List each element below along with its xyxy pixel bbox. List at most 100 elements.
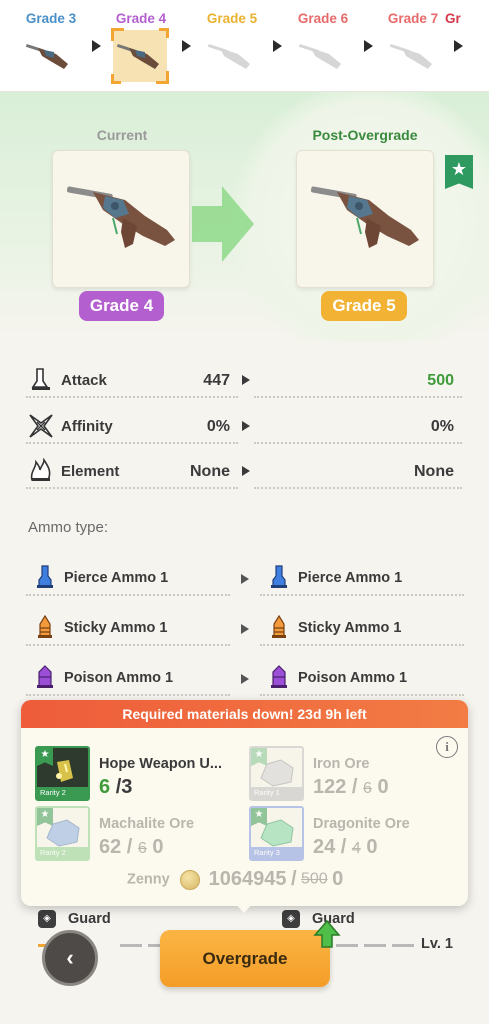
ammo-name: Poison Ammo 1	[298, 670, 408, 686]
element-icon	[30, 458, 51, 481]
material-thumbnail: ★ Rarity 2	[35, 746, 90, 801]
grade-tab-label-5[interactable]: Grade 5	[192, 11, 272, 26]
ammo-arrow-icon	[241, 674, 249, 684]
machalite-ore-icon	[46, 819, 80, 847]
comparison-panel: Current Post-Overgrade ★ Grade 4 Grade 5	[0, 92, 489, 342]
ammo-row-pierce: Pierce Ammo 1 Pierce Ammo 1	[26, 558, 464, 602]
material-name: Machalite Ore	[99, 816, 195, 832]
grade-7-thumbnail[interactable]	[386, 30, 440, 82]
current-grade-badge: Grade 4	[79, 291, 164, 321]
ammo-name: Sticky Ammo 1	[64, 620, 168, 636]
stat-name: Element	[61, 463, 120, 480]
material-name: Dragonite Ore	[313, 816, 410, 832]
stat-new-value: 0%	[430, 418, 454, 435]
grade-tab-label-3[interactable]: Grade 3	[11, 11, 91, 26]
grade-4-thumbnail[interactable]	[111, 28, 169, 84]
pierce-ammo-icon	[37, 565, 53, 588]
affinity-icon	[29, 414, 53, 438]
material-thumbnail: ★ Rarity 2	[35, 806, 90, 861]
iron-ore-icon	[260, 759, 294, 787]
sticky-ammo-icon	[38, 614, 52, 638]
grade-strip: Grade 3 Grade 4 Grade 5 Grade 6 Grade 7 …	[0, 0, 489, 92]
strip-arrow-icon	[92, 40, 101, 52]
poison-ammo-icon	[37, 665, 53, 688]
grade-tab-label-6[interactable]: Grade 6	[283, 11, 363, 26]
bowgun-silhouette-icon	[389, 43, 432, 69]
upgrade-arrow-icon	[192, 186, 254, 262]
material-thumbnail: ★ Rarity 1	[249, 746, 304, 801]
bowgun-silhouette-icon	[207, 43, 250, 69]
strip-arrow-icon	[182, 40, 191, 52]
materials-discount-banner: Required materials down! 23d 9h left	[21, 700, 468, 728]
grade-tab-label-4[interactable]: Grade 4	[101, 11, 181, 26]
back-button[interactable]: ‹	[42, 930, 98, 986]
stat-current-value: None	[190, 463, 230, 480]
stat-arrow-icon	[242, 421, 250, 431]
ammo-name: Poison Ammo 1	[64, 670, 174, 686]
stat-new-value: None	[414, 463, 454, 480]
ammo-name: Pierce Ammo 1	[64, 570, 169, 586]
current-heading: Current	[96, 127, 148, 143]
popup-pointer	[236, 904, 252, 913]
zenny-owned: 1064945	[208, 868, 287, 890]
material-quantity: 122 / 6 0	[313, 776, 389, 798]
strip-arrow-icon	[454, 40, 463, 52]
ammo-name: Sticky Ammo 1	[298, 620, 402, 636]
weapon-upgrade-material-icon	[56, 760, 73, 782]
upgrade-available-icon	[313, 919, 341, 948]
material-thumbnail: ★ Rarity 3	[249, 806, 304, 861]
grade-tab-label-7[interactable]: Grade 7	[373, 11, 453, 26]
poison-ammo-icon	[271, 665, 287, 688]
zenny-new-cost: 0	[332, 868, 344, 890]
rarity-label: Rarity 1	[251, 787, 302, 799]
grade-6-thumbnail[interactable]	[295, 30, 349, 82]
grade-5-thumbnail[interactable]	[204, 30, 258, 82]
material-hope-weapon-upgrade[interactable]: ★ Rarity 2 Hope Weapon U... 6 /3	[35, 746, 250, 802]
grade-tab-label-8[interactable]: Gr	[445, 11, 489, 26]
ammo-row-poison: Poison Ammo 1 Poison Ammo 1	[26, 658, 464, 702]
material-name: Iron Ore	[313, 756, 370, 772]
sticky-ammo-icon	[272, 614, 286, 638]
strip-arrow-icon	[273, 40, 282, 52]
bowgun-icon	[116, 43, 159, 69]
strip-arrow-icon	[364, 40, 373, 52]
post-grade-badge: Grade 5	[321, 291, 407, 321]
ammo-arrow-icon	[241, 574, 249, 584]
dragonite-ore-icon	[260, 819, 294, 847]
rarity-label: Rarity 2	[37, 787, 88, 799]
stat-row-affinity: Affinity 0% 0%	[26, 408, 462, 448]
attack-icon	[31, 368, 50, 390]
material-iron-ore[interactable]: ★ Rarity 1 Iron Ore 122 / 6 0	[249, 746, 464, 802]
stat-arrow-icon	[242, 375, 250, 385]
material-quantity: 6 /3	[99, 776, 133, 798]
stat-name: Affinity	[61, 418, 113, 435]
zenny-old-cost: 500	[300, 870, 328, 888]
level-label: Lv. 1	[421, 936, 453, 952]
stat-row-attack: Attack 447 500	[26, 362, 462, 402]
material-dragonite-ore[interactable]: ★ Rarity 3 Dragonite Ore 24 / 4 0	[249, 806, 464, 862]
guard-icon: ◈	[282, 910, 300, 928]
zenny-cost: Zenny 1064945 / 500 0	[127, 868, 344, 890]
stat-arrow-icon	[242, 466, 250, 476]
bowgun-silhouette-icon	[298, 43, 341, 69]
material-quantity: 62 / 6 0	[99, 836, 164, 858]
stat-name: Attack	[61, 372, 107, 389]
current-weapon-card	[52, 150, 190, 288]
stat-new-value: 500	[427, 372, 454, 389]
rarity-label: Rarity 2	[37, 847, 88, 859]
grade-3-thumbnail[interactable]	[22, 30, 76, 82]
post-overgrade-heading: Post-Overgrade	[312, 127, 418, 143]
guard-skill-left: ◈ Guard	[38, 910, 111, 932]
stat-current-value: 447	[203, 372, 230, 389]
guard-icon: ◈	[38, 910, 56, 928]
bowgun-icon	[25, 43, 68, 69]
material-machalite-ore[interactable]: ★ Rarity 2 Machalite Ore 62 / 6 0	[35, 806, 250, 862]
pierce-ammo-icon	[271, 565, 287, 588]
ammo-row-sticky: Sticky Ammo 1 Sticky Ammo 1	[26, 608, 464, 652]
heavy-bowgun-image	[310, 186, 419, 248]
overgrade-button[interactable]: Overgrade	[160, 930, 330, 987]
stat-current-value: 0%	[206, 418, 230, 435]
heavy-bowgun-image	[66, 186, 175, 248]
required-materials-popup: Required materials down! 23d 9h left i ★…	[21, 700, 468, 906]
ammo-name: Pierce Ammo 1	[298, 570, 403, 586]
